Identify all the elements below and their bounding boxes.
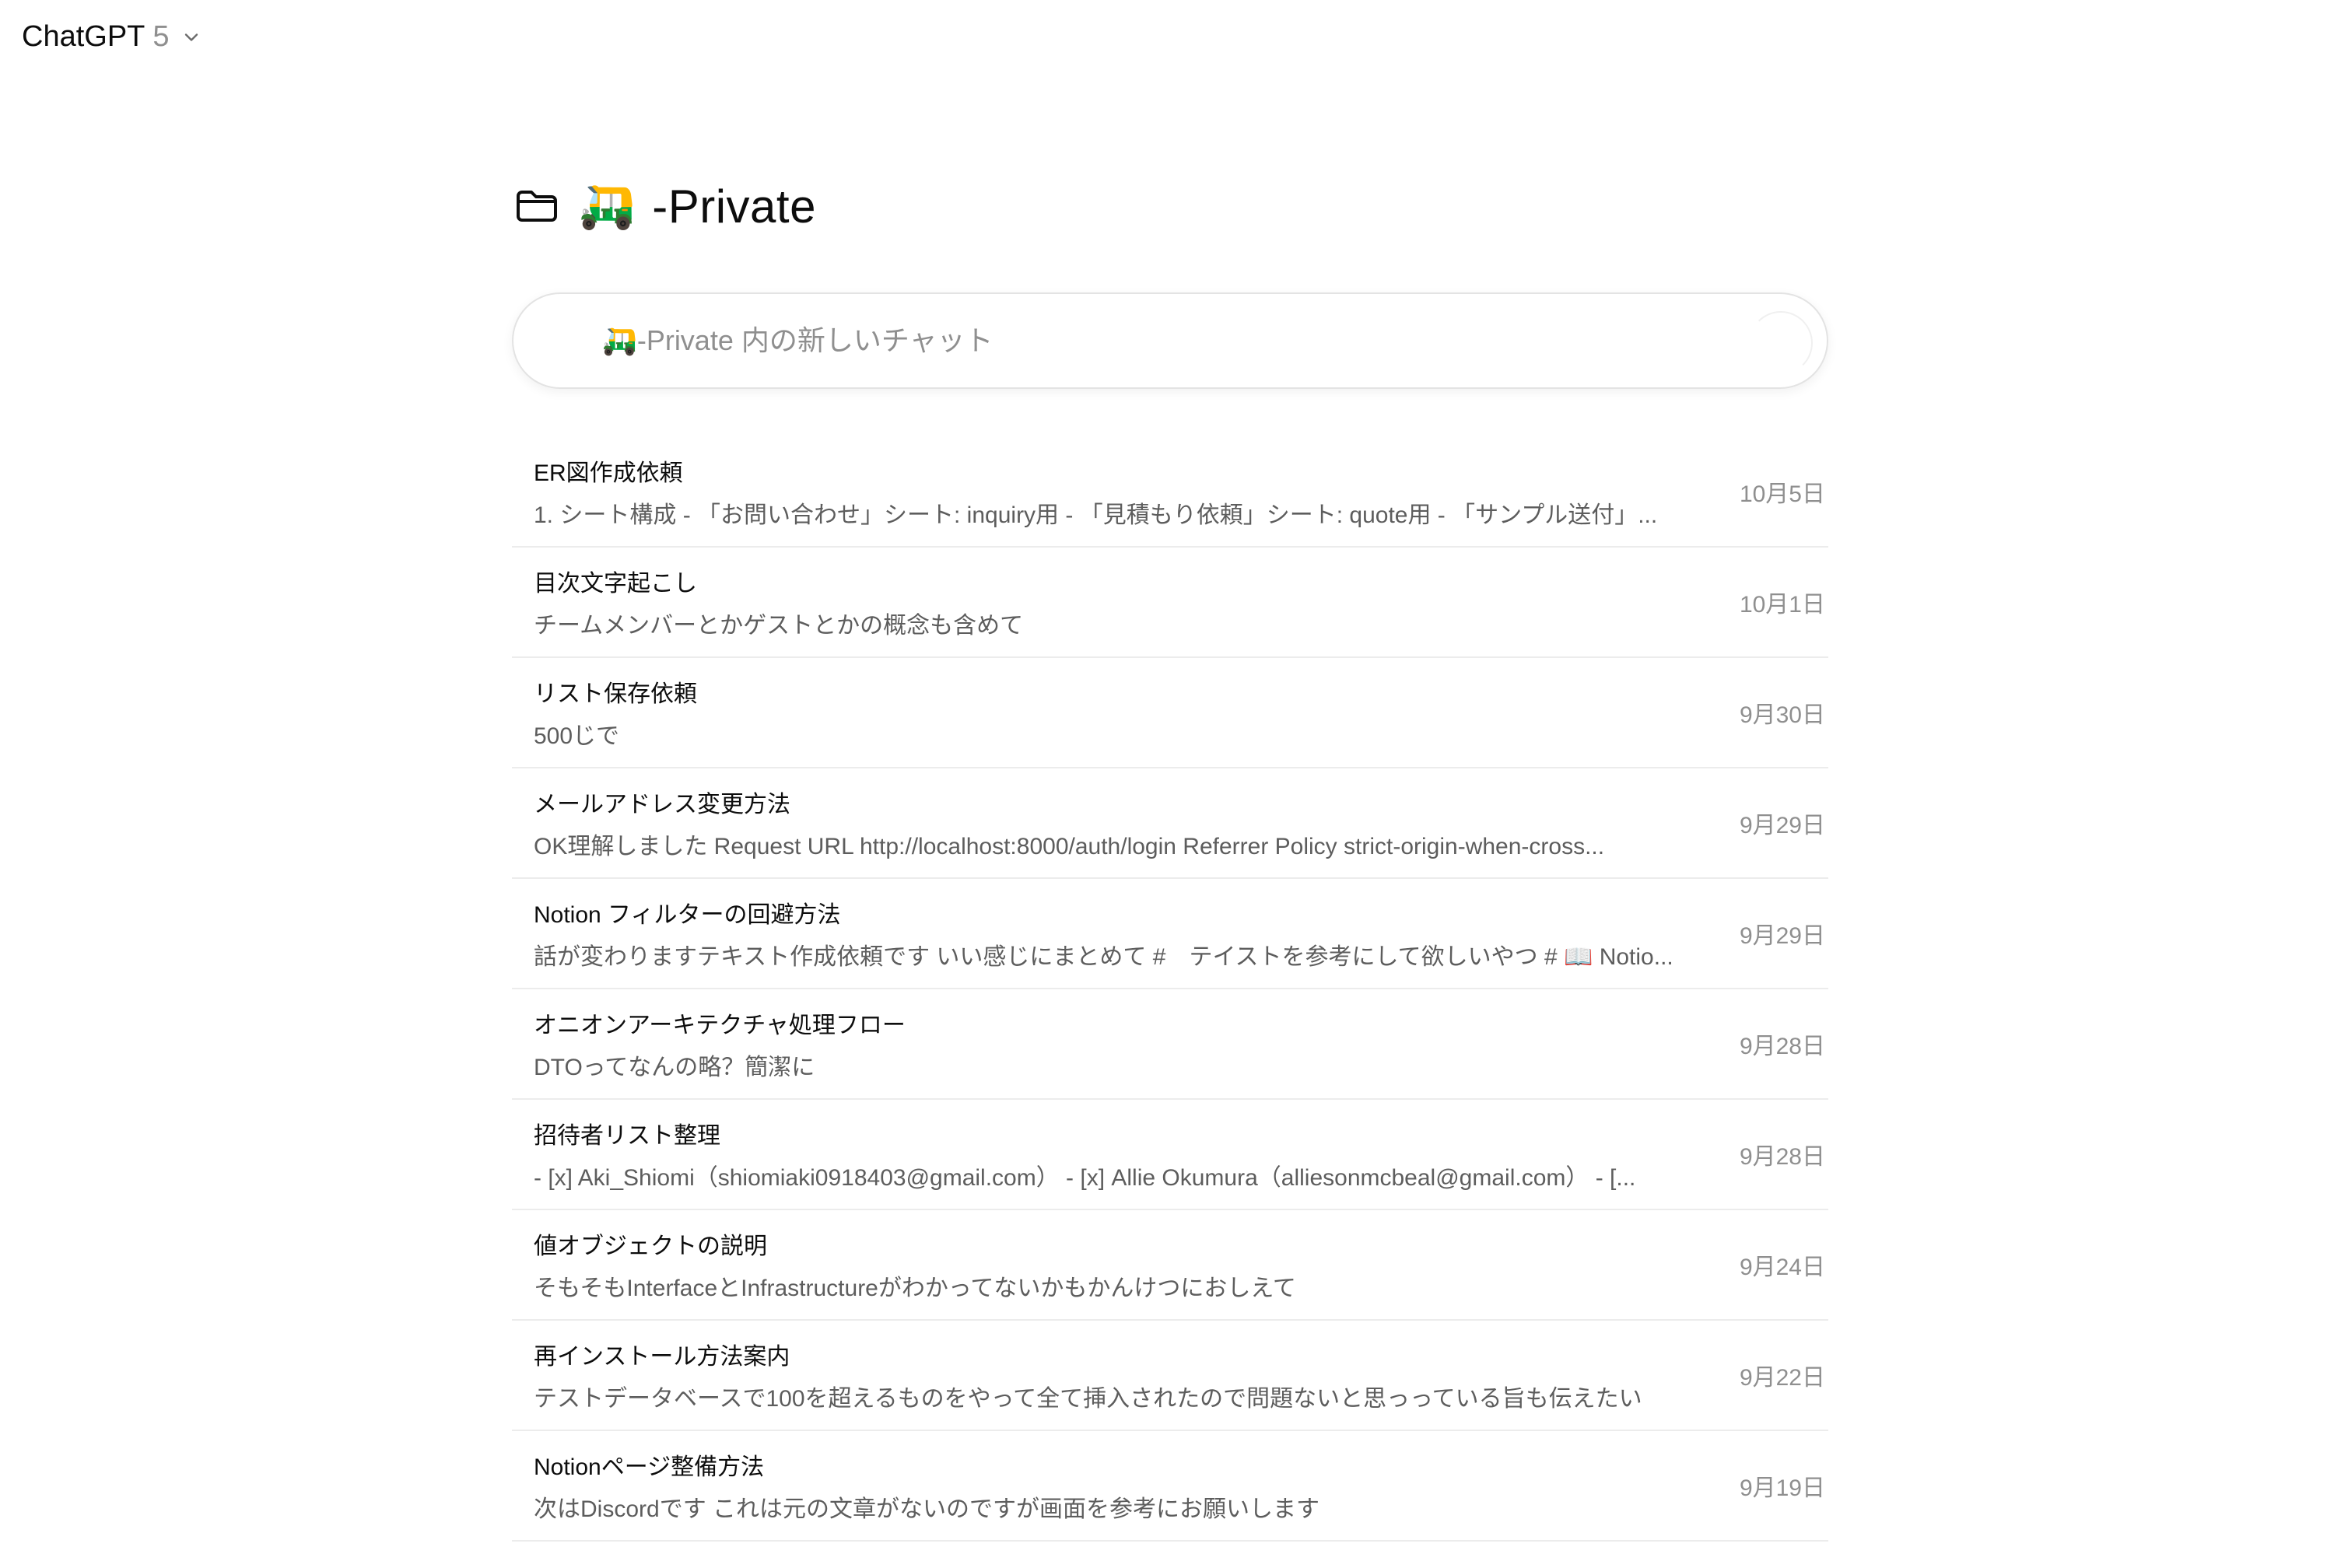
chat-title: Notionページ整備方法 <box>534 1454 765 1480</box>
chat-text: リスト保存依頼 500じで <box>534 674 697 751</box>
chat-date: 9月29日 <box>1739 813 1825 838</box>
chat-text: メールアドレス変更方法 OK理解しました Request URL http://… <box>534 785 1604 861</box>
chat-preview: 500じで <box>534 723 620 749</box>
chat-text: 値オブジェクトの説明 そもそもInterfaceとInfrastructureが… <box>534 1227 1296 1303</box>
chat-date: 9月19日 <box>1739 1475 1825 1501</box>
chevron-down-icon <box>184 33 198 41</box>
chat-row[interactable]: 招待者リスト整理 - [x] Aki_Shiomi（shiomiaki09184… <box>512 1100 1828 1210</box>
project-emoji: 🛺 <box>579 180 636 231</box>
chat-preview: - [x] Aki_Shiomi（shiomiaki0918403@gmail.… <box>534 1165 1636 1191</box>
chat-row[interactable]: 値オブジェクトの説明 そもそもInterfaceとInfrastructureが… <box>512 1210 1828 1321</box>
chat-row[interactable]: リスト保存依頼 500じで 9月30日 <box>512 658 1828 768</box>
project-header: 🛺 -Private <box>512 163 1828 249</box>
chat-preview: チームメンバーとかゲストとかの概念も含めて <box>534 613 1024 639</box>
chat-preview: 次はDiscordです これは元の文章がないのですが画面を参考にお願いします <box>534 1496 1320 1522</box>
chat-row[interactable]: メールアドレス変更方法 OK理解しました Request URL http://… <box>512 768 1828 879</box>
chat-text: 招待者リスト整理 - [x] Aki_Shiomi（shiomiaki09184… <box>534 1116 1635 1192</box>
chat-row[interactable]: オニオンアーキテクチャ処理フロー DTOってなんの略？簡潔に 9月28日 <box>512 989 1828 1100</box>
model-name: ChatGPT <box>22 20 145 53</box>
chat-preview: そもそもInterfaceとInfrastructureがわかってないかもかんけ… <box>534 1276 1296 1301</box>
chat-text: 目次文字起こし チームメンバーとかゲストとかの概念も含めて <box>534 564 1023 640</box>
chat-list: ER図作成依頼 1. シート構成 - 「お問い合わせ」シート: inquiry用… <box>512 437 1828 1542</box>
chat-date: 10月5日 <box>1739 481 1825 507</box>
chat-text: 再インストール方法案内 テストデータベースで100を超えるものをやって全て挿入さ… <box>534 1337 1642 1413</box>
chat-title: メールアドレス変更方法 <box>534 792 790 817</box>
chat-title: 値オブジェクトの説明 <box>534 1234 767 1259</box>
chat-text: ER図作成依頼 1. シート構成 - 「お問い合わせ」シート: inquiry用… <box>534 453 1657 530</box>
chat-title: 招待者リスト整理 <box>534 1123 720 1149</box>
project-content: 🛺 -Private ER図作成依頼 1. シート構成 - 「お問い合わせ」シー… <box>512 163 1828 1542</box>
chat-date: 9月28日 <box>1739 1034 1825 1059</box>
chat-title: ER図作成依頼 <box>534 460 683 486</box>
chat-date: 9月22日 <box>1739 1365 1825 1391</box>
chat-date: 9月30日 <box>1739 702 1825 728</box>
chat-text: Notionページ整備方法 次はDiscordです これは元の文章がないのですが… <box>534 1447 1319 1524</box>
chat-title: リスト保存依頼 <box>534 681 697 707</box>
chat-date: 9月28日 <box>1739 1144 1825 1170</box>
folder-icon <box>517 191 557 222</box>
chat-preview: OK理解しました Request URL http://localhost:80… <box>534 834 1605 859</box>
composer-action-icon[interactable] <box>1749 311 1813 375</box>
chat-row[interactable]: 目次文字起こし チームメンバーとかゲストとかの概念も含めて 10月1日 <box>512 548 1828 658</box>
chat-row[interactable]: ER図作成依頼 1. シート構成 - 「お問い合わせ」シート: inquiry用… <box>512 437 1828 548</box>
model-version: 5 <box>152 20 170 53</box>
chat-title: Notion フィルターの回避方法 <box>534 902 841 928</box>
chat-title: 目次文字起こし <box>534 571 697 597</box>
new-chat-composer[interactable] <box>512 292 1828 389</box>
chat-preview: 話が変わりますテキスト作成依頼です いい感じにまとめて # テイストを参考にして… <box>534 944 1673 970</box>
chat-date: 9月24日 <box>1739 1255 1825 1280</box>
project-title: -Private <box>652 180 816 233</box>
chat-title: 再インストール方法案内 <box>534 1344 790 1370</box>
chat-row[interactable]: 再インストール方法案内 テストデータベースで100を超えるものをやって全て挿入さ… <box>512 1321 1828 1431</box>
chat-date: 10月1日 <box>1739 592 1825 618</box>
chat-date: 9月29日 <box>1739 923 1825 949</box>
chat-preview: テストデータベースで100を超えるものをやって全て挿入されたので問題ないと思っっ… <box>534 1386 1642 1412</box>
chat-preview: 1. シート構成 - 「お問い合わせ」シート: inquiry用 - 「見積もり… <box>534 502 1658 528</box>
chat-text: Notion フィルターの回避方法 話が変わりますテキスト作成依頼です いい感じ… <box>534 895 1673 971</box>
chat-row[interactable]: Notionページ整備方法 次はDiscordです これは元の文章がないのですが… <box>512 1431 1828 1542</box>
new-chat-input[interactable] <box>601 324 1693 358</box>
chat-title: オニオンアーキテクチャ処理フロー <box>534 1013 906 1038</box>
chat-text: オニオンアーキテクチャ処理フロー DTOってなんの略？簡潔に <box>534 1006 906 1082</box>
chat-preview: DTOってなんの略？簡潔に <box>534 1055 815 1080</box>
chat-row[interactable]: Notion フィルターの回避方法 話が変わりますテキスト作成依頼です いい感じ… <box>512 879 1828 989</box>
model-switcher[interactable]: ChatGPT 5 <box>22 20 202 54</box>
